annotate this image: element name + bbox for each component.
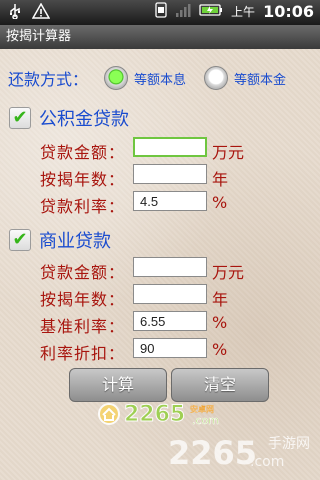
watermark-brand-top: 2265 <box>124 402 185 427</box>
check-icon: ✔ <box>12 107 28 128</box>
commercial-loan-checkbox[interactable]: ✔ <box>9 229 31 251</box>
watermark-domain-top: .com <box>192 414 219 427</box>
pf-years-label: 按揭年数： <box>40 170 126 189</box>
cl-amount-unit: 万元 <box>212 263 245 282</box>
commercial-loan-toggle[interactable]: ✔ 商业贷款 <box>9 227 111 253</box>
radio-equal-principal[interactable]: 等额本金 <box>204 66 286 90</box>
cl-discount-input[interactable] <box>133 338 207 358</box>
provident-fund-checkbox[interactable]: ✔ <box>9 107 31 129</box>
pf-amount-label: 贷款金额： <box>40 143 126 162</box>
pf-rate-label: 贷款利率： <box>40 197 126 216</box>
watermark-2265-top: 2265 安卓网 .com <box>98 398 248 428</box>
cl-years-input[interactable] <box>133 284 207 304</box>
sim-icon <box>155 2 167 21</box>
cl-base-rate-unit: % <box>212 313 228 332</box>
cl-discount-label: 利率折扣： <box>40 344 126 363</box>
status-bar: 上午 10:06 <box>0 0 320 25</box>
clear-button[interactable]: 清空 <box>171 368 269 402</box>
time-period: 上午 <box>231 5 256 19</box>
app-title-bar: 按揭计算器 <box>0 25 320 49</box>
radio-button-unselected[interactable] <box>204 66 228 90</box>
commercial-loan-title: 商业贷款 <box>39 231 111 252</box>
radio-button-selected[interactable] <box>104 66 128 90</box>
calculate-button[interactable]: 计算 <box>69 368 167 402</box>
clock: 10:06 <box>263 2 314 21</box>
watermark-suffix-bottom: 手游网 <box>268 436 310 452</box>
watermark-2265-bottom: 2265 .com 手游网 <box>168 430 318 474</box>
signal-icon <box>175 2 191 21</box>
battery-icon <box>199 3 223 20</box>
repayment-method-label: 还款方式： <box>8 70 89 89</box>
cl-discount-unit: % <box>212 340 228 359</box>
pf-years-input[interactable] <box>133 164 207 184</box>
pf-years-unit: 年 <box>212 170 229 189</box>
watermark-brand-bottom: 2265 <box>168 434 257 472</box>
warning-icon <box>31 2 51 22</box>
app-title: 按揭计算器 <box>6 29 72 44</box>
cl-amount-input[interactable] <box>133 257 207 277</box>
watermark-domain-bottom: .com <box>250 454 284 470</box>
cl-base-rate-label: 基准利率： <box>40 317 126 336</box>
cl-years-label: 按揭年数： <box>40 290 126 309</box>
pf-rate-input[interactable] <box>133 191 207 211</box>
pf-amount-unit: 万元 <box>212 143 245 162</box>
provident-fund-title: 公积金贷款 <box>39 109 129 130</box>
check-icon: ✔ <box>12 229 28 250</box>
pf-rate-unit: % <box>212 193 228 212</box>
cl-base-rate-input[interactable] <box>133 311 207 331</box>
radio-equal-installment[interactable]: 等额本息 <box>104 66 186 90</box>
radio-equal-installment-label: 等额本息 <box>134 72 187 88</box>
watermark-suffix-top: 安卓网 <box>190 404 214 414</box>
provident-fund-toggle[interactable]: ✔ 公积金贷款 <box>9 105 129 131</box>
usb-icon <box>8 3 22 22</box>
radio-equal-principal-label: 等额本金 <box>234 72 287 88</box>
pf-amount-input[interactable] <box>133 137 207 157</box>
cl-years-unit: 年 <box>212 290 229 309</box>
repayment-method-row: 还款方式： <box>8 66 88 90</box>
cl-amount-label: 贷款金额： <box>40 263 126 282</box>
